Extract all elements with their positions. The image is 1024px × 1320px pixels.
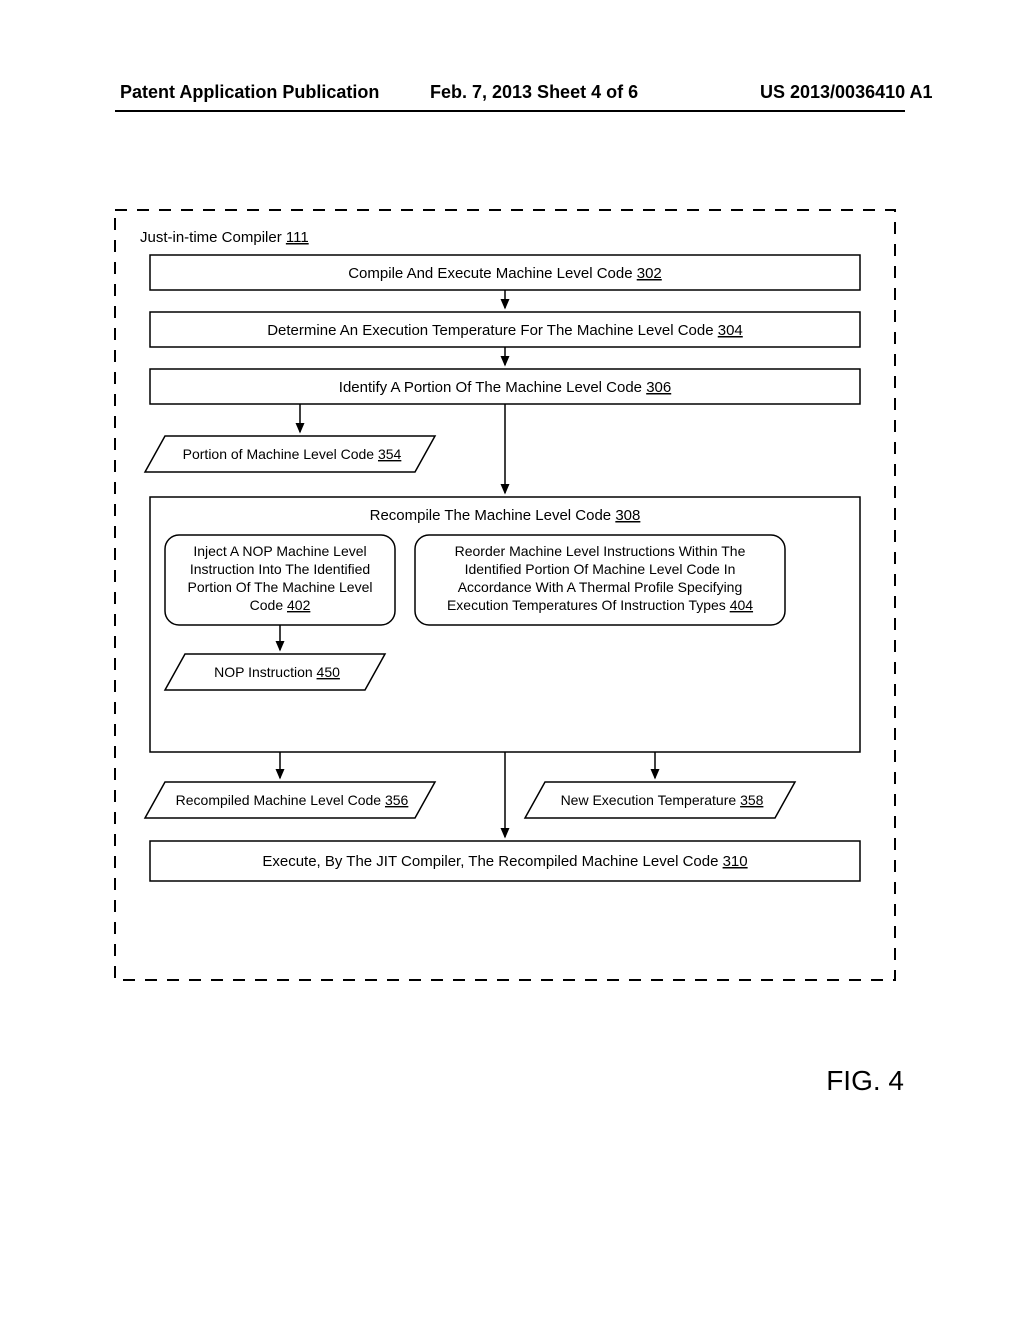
step-execute-recompiled: Execute, By The JIT Compiler, The Recomp…	[150, 841, 860, 881]
svg-text:NOP Instruction 450: NOP Instruction 450	[214, 664, 340, 680]
svg-text:Identified Portion Of Machine: Identified Portion Of Machine Level Code…	[465, 561, 736, 577]
svg-text:Reorder Machine Level Instruct: Reorder Machine Level Instructions Withi…	[455, 543, 746, 559]
svg-text:Recompiled Machine Level Code: Recompiled Machine Level Code 356	[176, 792, 409, 808]
step-determine-temperature: Determine An Execution Temperature For T…	[150, 312, 860, 347]
svg-text:New Execution Temperature 358: New Execution Temperature 358	[561, 792, 764, 808]
svg-text:Determine An Execution Tempera: Determine An Execution Temperature For T…	[267, 322, 743, 339]
data-recompiled-code: Recompiled Machine Level Code 356	[145, 782, 435, 818]
compiler-title: Just-in-time Compiler 111	[140, 229, 309, 246]
sub-reorder-instructions: Reorder Machine Level Instructions Withi…	[415, 535, 785, 625]
header-publication: Patent Application Publication	[120, 82, 379, 103]
svg-text:Instruction Into The Identifie: Instruction Into The Identified	[190, 561, 370, 577]
header-divider	[115, 110, 905, 112]
step-compile-execute: Compile And Execute Machine Level Code 3…	[150, 255, 860, 290]
svg-text:Compile And Execute Machine Le: Compile And Execute Machine Level Code 3…	[348, 265, 662, 282]
svg-text:Identify A Portion Of The Mach: Identify A Portion Of The Machine Level …	[339, 379, 671, 396]
data-new-exec-temp: New Execution Temperature 358	[525, 782, 795, 818]
flowchart-diagram: Just-in-time Compiler 111 Compile And Ex…	[105, 200, 905, 1000]
svg-text:Portion of Machine Level Code: Portion of Machine Level Code 354	[183, 446, 402, 462]
svg-text:Code 402: Code 402	[250, 597, 311, 613]
data-portion-machine-code: Portion of Machine Level Code 354	[145, 436, 435, 472]
svg-text:Execution Temperatures Of Inst: Execution Temperatures Of Instruction Ty…	[447, 597, 753, 613]
svg-text:Accordance With A Thermal Prof: Accordance With A Thermal Profile Specif…	[458, 579, 743, 595]
data-nop-instruction: NOP Instruction 450	[165, 654, 385, 690]
page: Patent Application Publication Feb. 7, 2…	[0, 0, 1024, 1320]
sub-inject-nop: Inject A NOP Machine Level Instruction I…	[165, 535, 395, 625]
svg-text:Execute, By The JIT Compiler,: Execute, By The JIT Compiler, The Recomp…	[262, 853, 747, 870]
header-pubnum: US 2013/0036410 A1	[760, 82, 932, 103]
figure-label: FIG. 4	[826, 1065, 904, 1097]
svg-text:Recompile The Machine Level Co: Recompile The Machine Level Code 308	[370, 507, 641, 524]
svg-text:Inject A NOP Machine Level: Inject A NOP Machine Level	[193, 543, 366, 559]
header-date-sheet: Feb. 7, 2013 Sheet 4 of 6	[430, 82, 638, 103]
svg-text:Portion Of The Machine Level: Portion Of The Machine Level	[188, 579, 373, 595]
step-identify-portion: Identify A Portion Of The Machine Level …	[150, 369, 860, 404]
